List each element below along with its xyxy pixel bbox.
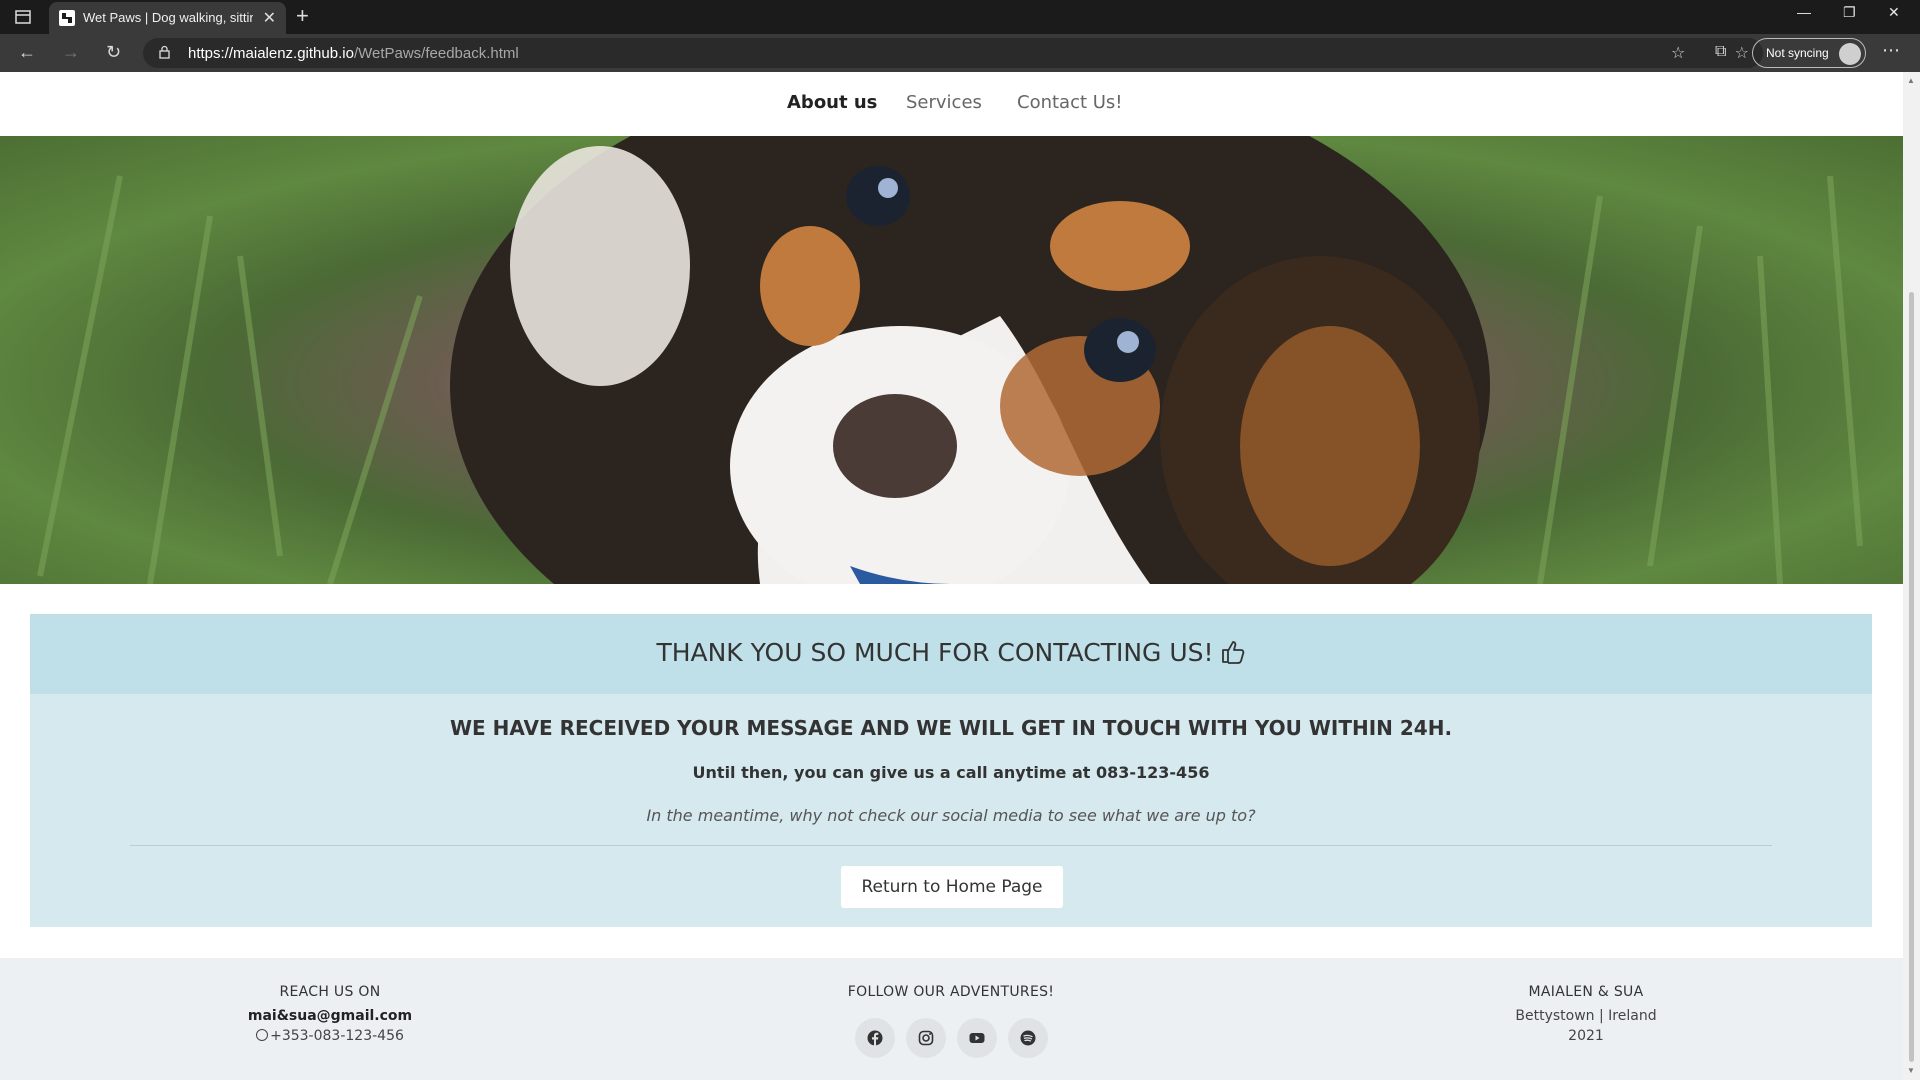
spotify-icon[interactable] [1008, 1018, 1048, 1058]
scrollbar-thumb[interactable] [1909, 292, 1914, 1062]
call-text: Until then, you can give us a call anyti… [692, 763, 1210, 782]
hero-puppy-image [0, 136, 1903, 584]
tab-title: Wet Paws | Dog walking, sitting and [83, 10, 253, 25]
whatsapp-icon [256, 1029, 269, 1041]
scroll-up-icon[interactable]: ▲ [1907, 76, 1915, 85]
refresh-icon[interactable]: ↻ [106, 42, 121, 63]
new-tab-icon[interactable]: + [296, 3, 309, 29]
reach-heading: REACH US ON [279, 984, 381, 1000]
footer-reach: REACH US ON mai&sua@gmail.com +353-083-1… [200, 984, 460, 1046]
browser-tab[interactable]: Wet Paws | Dog walking, sitting and ✕ [49, 2, 286, 34]
restore-icon[interactable]: ❐ [1843, 4, 1856, 21]
browser-address-bar: ← → ↻ https://maialenz.github.io/WetPaws… [0, 34, 1920, 72]
url-field[interactable]: https://maialenz.github.io/WetPaws/feedb… [143, 38, 1763, 68]
sync-label: Not syncing [1766, 46, 1829, 60]
nav-about-us[interactable]: About us [787, 92, 877, 113]
company-location: Bettystown | Ireland [1515, 1008, 1657, 1024]
puppy-illustration [37, 136, 1863, 584]
favorites-icon[interactable]: ☆ [1671, 43, 1685, 63]
feedback-card: THANK YOU SO MUCH FOR CONTACTING US! WE … [30, 614, 1872, 927]
instagram-icon[interactable] [906, 1018, 946, 1058]
nav-services[interactable]: Services [906, 92, 982, 113]
company-heading: MAIALEN & SUA [1528, 984, 1644, 1000]
footer-email[interactable]: mai&sua@gmail.com [200, 1006, 460, 1026]
add-favorite-icon[interactable]: ☆ [1735, 43, 1749, 63]
company-year: 2021 [1568, 1028, 1604, 1044]
profile-avatar [1839, 43, 1861, 65]
follow-heading: FOLLOW OUR ADVENTURES! [847, 984, 1055, 1000]
youtube-icon[interactable] [957, 1018, 997, 1058]
tab-actions-icon[interactable] [14, 8, 32, 26]
back-icon[interactable]: ← [18, 42, 36, 63]
footer-company: MAIALEN & SUA Bettystown | Ireland 2021 [1466, 984, 1706, 1046]
facebook-icon[interactable] [855, 1018, 895, 1058]
minimize-icon[interactable]: — [1797, 4, 1811, 20]
thumbs-up-icon [1221, 641, 1244, 664]
divider [130, 845, 1772, 846]
feedback-card-header: THANK YOU SO MUCH FOR CONTACTING US! [30, 614, 1872, 694]
footer-phone[interactable]: +353-083-123-456 [270, 1028, 404, 1044]
page-viewport: About us Services Contact Us! THANK YOU … [0, 72, 1903, 1080]
url-path: /WetPaws/feedback.html [353, 45, 519, 62]
url-host: https://maialenz.github.io [188, 45, 354, 62]
close-tab-icon[interactable]: ✕ [263, 8, 276, 28]
close-window-icon[interactable]: ✕ [1888, 4, 1900, 21]
site-nav: About us Services Contact Us! [0, 72, 1903, 136]
footer-follow: FOLLOW OUR ADVENTURES! [801, 984, 1101, 1000]
received-message: WE HAVE RECEIVED YOUR MESSAGE AND WE WIL… [449, 716, 1453, 740]
thank-you-heading: THANK YOU SO MUCH FOR CONTACTING US! [30, 638, 1872, 667]
browser-tab-bar: Wet Paws | Dog walking, sitting and ✕ + … [0, 0, 1920, 34]
page-scrollbar[interactable]: ▲ ▼ [1903, 72, 1920, 1080]
thank-you-text: THANK YOU SO MUCH FOR CONTACTING US! [656, 638, 1214, 667]
forward-icon[interactable]: → [62, 42, 80, 63]
nav-contact-us[interactable]: Contact Us! [1017, 92, 1123, 113]
site-footer: REACH US ON mai&sua@gmail.com +353-083-1… [0, 958, 1903, 1080]
sync-button[interactable]: Not syncing [1752, 38, 1866, 68]
site-favicon-icon [59, 10, 75, 26]
lock-icon[interactable] [159, 45, 170, 59]
more-options-icon[interactable]: ⋯ [1882, 40, 1900, 61]
collections-icon[interactable]: ⧉ [1715, 43, 1726, 61]
return-home-button[interactable]: Return to Home Page [841, 866, 1063, 908]
social-prompt: In the meantime, why not check our socia… [646, 806, 1256, 825]
scroll-down-icon[interactable]: ▼ [1907, 1066, 1915, 1075]
